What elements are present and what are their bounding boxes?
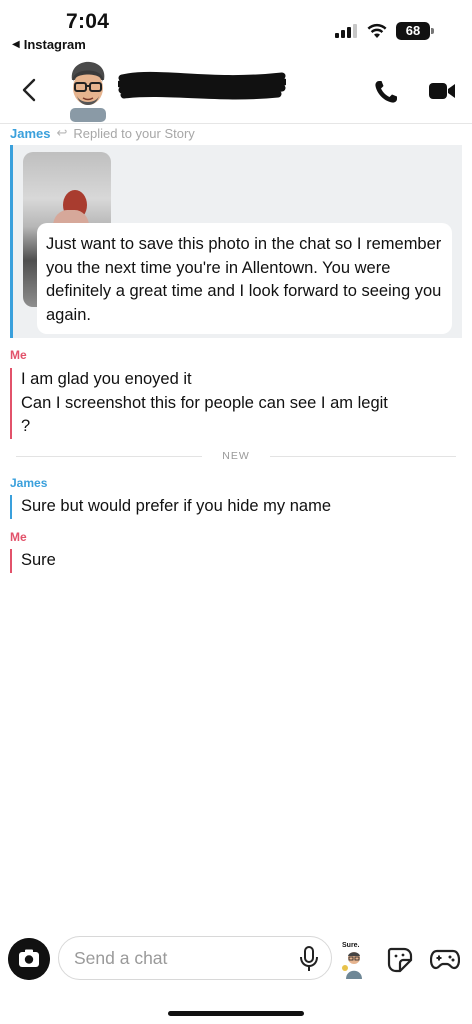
story-reply-meta: James ↩ Replied to your Story (10, 124, 195, 142)
message-bubble[interactable]: Sure (10, 549, 56, 573)
sender-label: Me (10, 530, 27, 544)
message-line: I am glad you enoyed it (21, 370, 192, 388)
sticker-icon[interactable] (386, 946, 414, 974)
wifi-icon (367, 23, 387, 38)
divider-line (269, 455, 456, 457)
message-bubble[interactable]: I am glad you enoyed it Can I screenshot… (10, 368, 388, 439)
divider-line (16, 455, 203, 457)
home-indicator[interactable] (168, 1011, 304, 1016)
phone-icon[interactable] (372, 78, 400, 106)
message-line: Sure (21, 551, 56, 569)
bitmoji-figure-icon (342, 952, 362, 979)
bitmoji-sticker[interactable]: Sure. (340, 942, 368, 980)
new-messages-divider: NEW (16, 449, 456, 463)
message-line: ? (21, 417, 31, 435)
reply-arrow-icon: ↩ (56, 125, 68, 140)
message-line: Sure but would prefer if you hide my nam… (21, 497, 331, 515)
new-label: NEW (222, 450, 250, 462)
sender-label: James (10, 476, 48, 490)
chat-input[interactable] (58, 936, 332, 980)
back-to-app-link[interactable]: ◀ Instagram (12, 37, 86, 52)
message-bubble[interactable]: Sure but would prefer if you hide my nam… (10, 495, 331, 519)
bitmoji-caption: Sure. (342, 942, 360, 949)
camera-icon[interactable] (8, 938, 50, 980)
chat-composer: Sure. (0, 930, 472, 990)
story-reply-block[interactable]: Just want to save this photo in the chat… (10, 145, 462, 338)
status-time: 7:04 (66, 10, 110, 33)
cellular-signal-icon (335, 24, 357, 38)
status-bar: 7:04 ◀ Instagram 68 (0, 0, 472, 56)
back-triangle-icon: ◀ (12, 39, 20, 50)
battery-indicator: 68 (396, 22, 434, 40)
contact-name-redacted (118, 71, 286, 100)
back-app-label: Instagram (23, 37, 86, 52)
message-line: Can I screenshot this for people can see… (21, 393, 388, 412)
bitmoji-avatar[interactable] (60, 58, 116, 122)
microphone-icon[interactable] (298, 945, 320, 973)
replied-to-story-label: Replied to your Story (73, 125, 195, 141)
game-controller-icon[interactable] (430, 947, 460, 971)
sender-label: James (10, 125, 51, 141)
sender-label: Me (10, 348, 27, 362)
story-caption-bubble: Just want to save this photo in the chat… (37, 223, 452, 334)
back-chevron-icon[interactable] (16, 74, 44, 106)
chat-header (0, 56, 472, 124)
video-camera-icon[interactable] (428, 80, 456, 102)
